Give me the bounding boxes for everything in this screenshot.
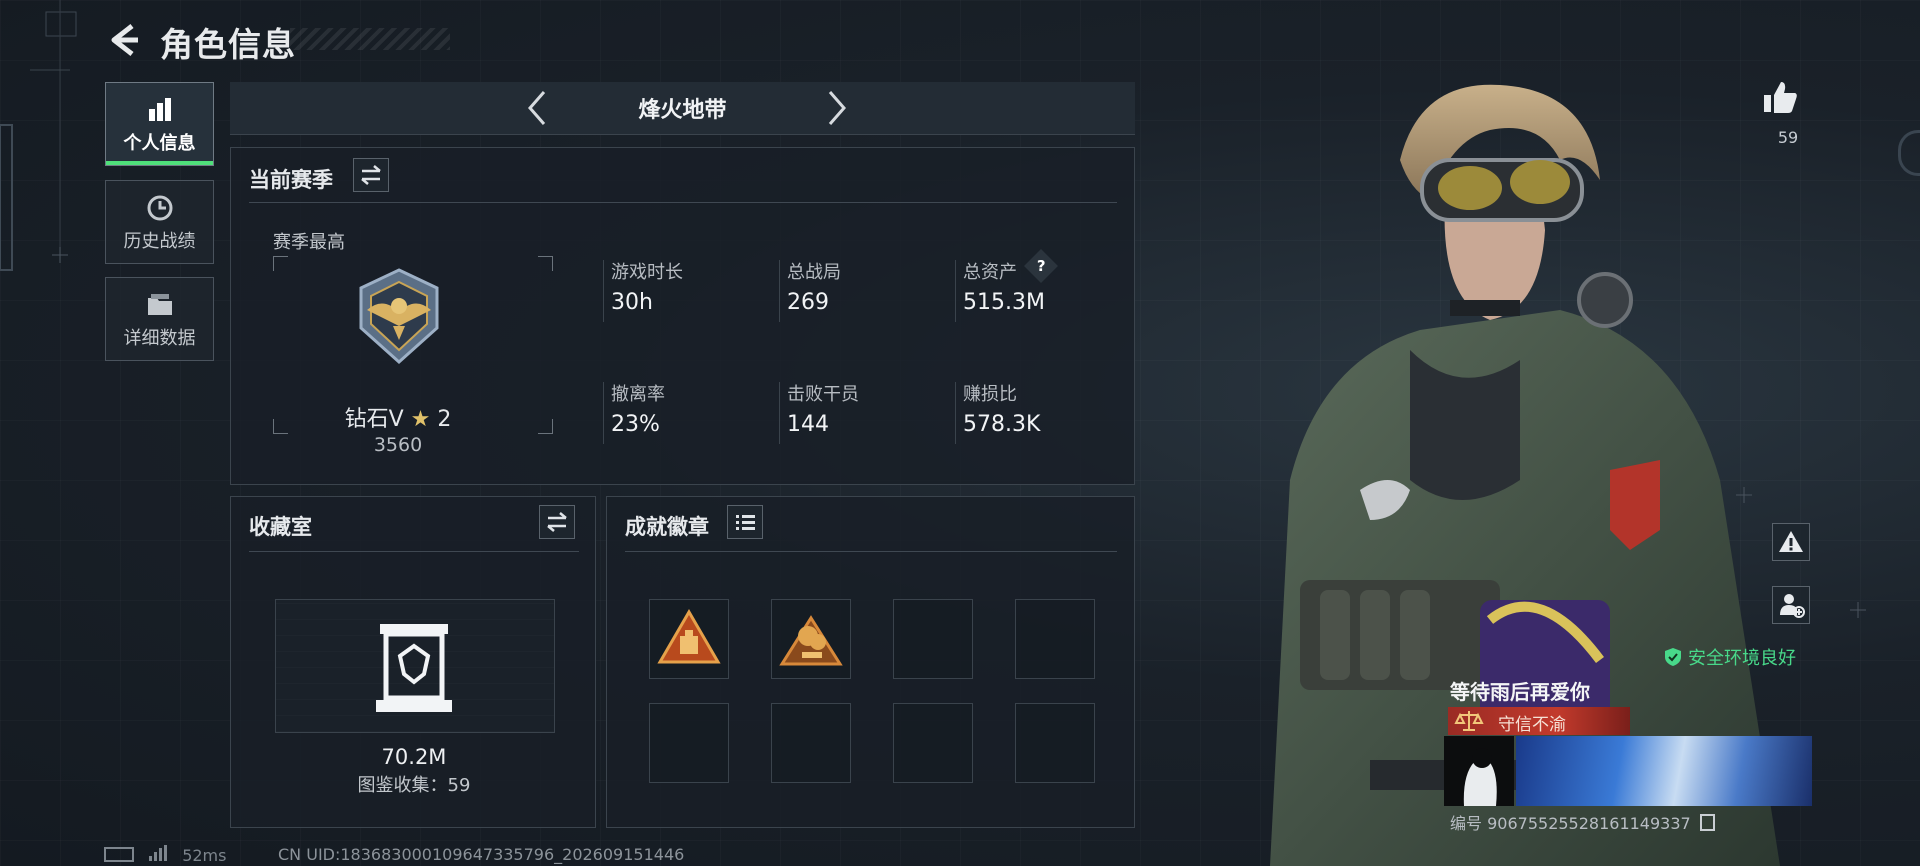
player-cards: [1444, 736, 1812, 806]
stat-label: 击败干员: [787, 384, 859, 405]
swap-icon: [547, 512, 567, 532]
cn-uid: CN UID:18368300010964733579​6_2026091514…: [278, 845, 685, 864]
like-count: 59: [1777, 128, 1799, 147]
season-title: 当前赛季: [249, 168, 333, 192]
active-indicator: [106, 161, 213, 165]
rank-name-row: 钻石V ★ 2: [303, 401, 493, 433]
safety-status: 安全环境良好: [1688, 648, 1796, 669]
thumbs-up-icon: [1764, 82, 1797, 113]
list-icon: [736, 515, 755, 530]
history-icon: [147, 195, 172, 221]
player-id: 9067552552816114933​7: [1487, 814, 1691, 833]
explosion-badge-icon: [779, 615, 843, 666]
collection-switch-button[interactable]: [539, 505, 575, 539]
add-user-icon: [1780, 594, 1805, 618]
ping-value: 52ms: [182, 846, 227, 865]
badge-slot[interactable]: [649, 599, 729, 679]
nav-item-history[interactable]: 历史战绩: [105, 180, 214, 264]
shield-check-icon: [1665, 648, 1681, 666]
warning-triangle-badge-icon: [657, 609, 721, 664]
report-button[interactable]: [1772, 523, 1810, 561]
next-mode-button[interactable]: [818, 88, 854, 128]
stat-value: 144: [787, 412, 829, 437]
warning-icon: [1779, 531, 1803, 552]
add-friend-button[interactable]: [1772, 586, 1810, 624]
catalog-label: 图鉴收集：: [357, 775, 448, 796]
stat-value: 30h: [611, 290, 653, 315]
like-button[interactable]: [1760, 78, 1800, 118]
nav-label: 个人信息: [123, 133, 196, 154]
catalog-row: 图鉴收集：59: [231, 771, 597, 797]
stat-label: 游戏时长: [611, 262, 683, 283]
bar-chart-icon: [148, 98, 171, 121]
nav-item-detailed-data[interactable]: 详细数据: [105, 277, 214, 361]
copy-icon[interactable]: [1699, 814, 1715, 831]
player-id-label: 编号: [1450, 814, 1483, 833]
rank-name: 钻石V: [344, 407, 404, 432]
stat-value: 515.3M: [963, 290, 1045, 315]
badges-panel: 成就徽章: [606, 496, 1135, 828]
battery-icon: [104, 847, 134, 862]
stat-value: 578.3K: [963, 412, 1041, 437]
badge-slot-empty[interactable]: [893, 703, 973, 783]
status-bar: 52ms: [104, 845, 226, 865]
season-panel: 当前赛季 赛季最高 钻石V ★ 2 3560 游戏时长 30h 总战局 269 …: [230, 147, 1135, 485]
stat-divider: [779, 382, 780, 444]
badge-slot-empty[interactable]: [1015, 703, 1095, 783]
stat-divider: [955, 382, 956, 444]
badge-list-button[interactable]: [727, 505, 763, 539]
season-switch-button[interactable]: [353, 158, 389, 192]
star-icon: ★: [410, 407, 431, 432]
nav-item-personal-info[interactable]: 个人信息: [105, 82, 214, 166]
rank-stars: 2: [437, 407, 452, 432]
page-title: 角色信息: [160, 25, 296, 64]
stat-label: 总战局: [787, 262, 841, 283]
nav-label: 详细数据: [123, 328, 196, 349]
divider: [249, 202, 1117, 203]
divider: [249, 551, 579, 552]
badge-slot-empty[interactable]: [649, 703, 729, 783]
rank-emblem-icon: [359, 268, 439, 365]
badge-slot-empty[interactable]: [771, 703, 851, 783]
divider: [625, 551, 1117, 552]
back-icon[interactable]: [104, 20, 144, 60]
rank-score: 3560: [373, 434, 423, 456]
chevron-right-icon: [828, 91, 846, 125]
stat-value: 23%: [611, 412, 660, 437]
title-stripe: [290, 28, 450, 50]
stat-value: 269: [787, 290, 829, 315]
swap-icon: [361, 165, 381, 185]
collection-title: 收藏室: [249, 515, 312, 539]
display-case-icon: [376, 624, 452, 712]
badge-slot-empty[interactable]: [1015, 599, 1095, 679]
badge-slot-empty[interactable]: [893, 599, 973, 679]
badges-title: 成就徽章: [625, 515, 709, 539]
mode-selector: 烽火地带: [230, 82, 1135, 135]
catalog-count: 59: [447, 775, 471, 796]
stat-divider: [779, 260, 780, 322]
player-name: 等待雨后再爱你: [1450, 680, 1590, 704]
player-title: 守信不渝: [1498, 715, 1566, 735]
player-banner[interactable]: [1516, 736, 1812, 806]
player-id-row: 编号 9067552552816114933​7: [1450, 810, 1715, 834]
stat-divider: [603, 260, 604, 322]
scales-icon: [1454, 711, 1484, 731]
collection-showcase[interactable]: [275, 599, 555, 733]
player-title-badge: 守信不渝: [1448, 707, 1630, 735]
stat-label: 总资产: [963, 262, 1017, 283]
avatar[interactable]: [1444, 736, 1514, 806]
mode-title: 烽火地带: [638, 98, 727, 123]
badge-slot[interactable]: [771, 599, 851, 679]
stat-label: 赚损比: [963, 384, 1017, 405]
folder-icon: [147, 294, 172, 315]
stat-label: 撤离率: [611, 384, 665, 405]
collection-value: 70.2M: [381, 745, 447, 769]
collection-panel: 收藏室 70.2M 图鉴收集：59: [230, 496, 596, 828]
help-icon[interactable]: ?: [1024, 249, 1058, 283]
stat-divider: [955, 260, 956, 322]
stat-divider: [603, 382, 604, 444]
nav-label: 历史战绩: [123, 231, 196, 252]
season-best-label: 赛季最高: [273, 232, 345, 253]
signal-icon: [149, 845, 168, 865]
